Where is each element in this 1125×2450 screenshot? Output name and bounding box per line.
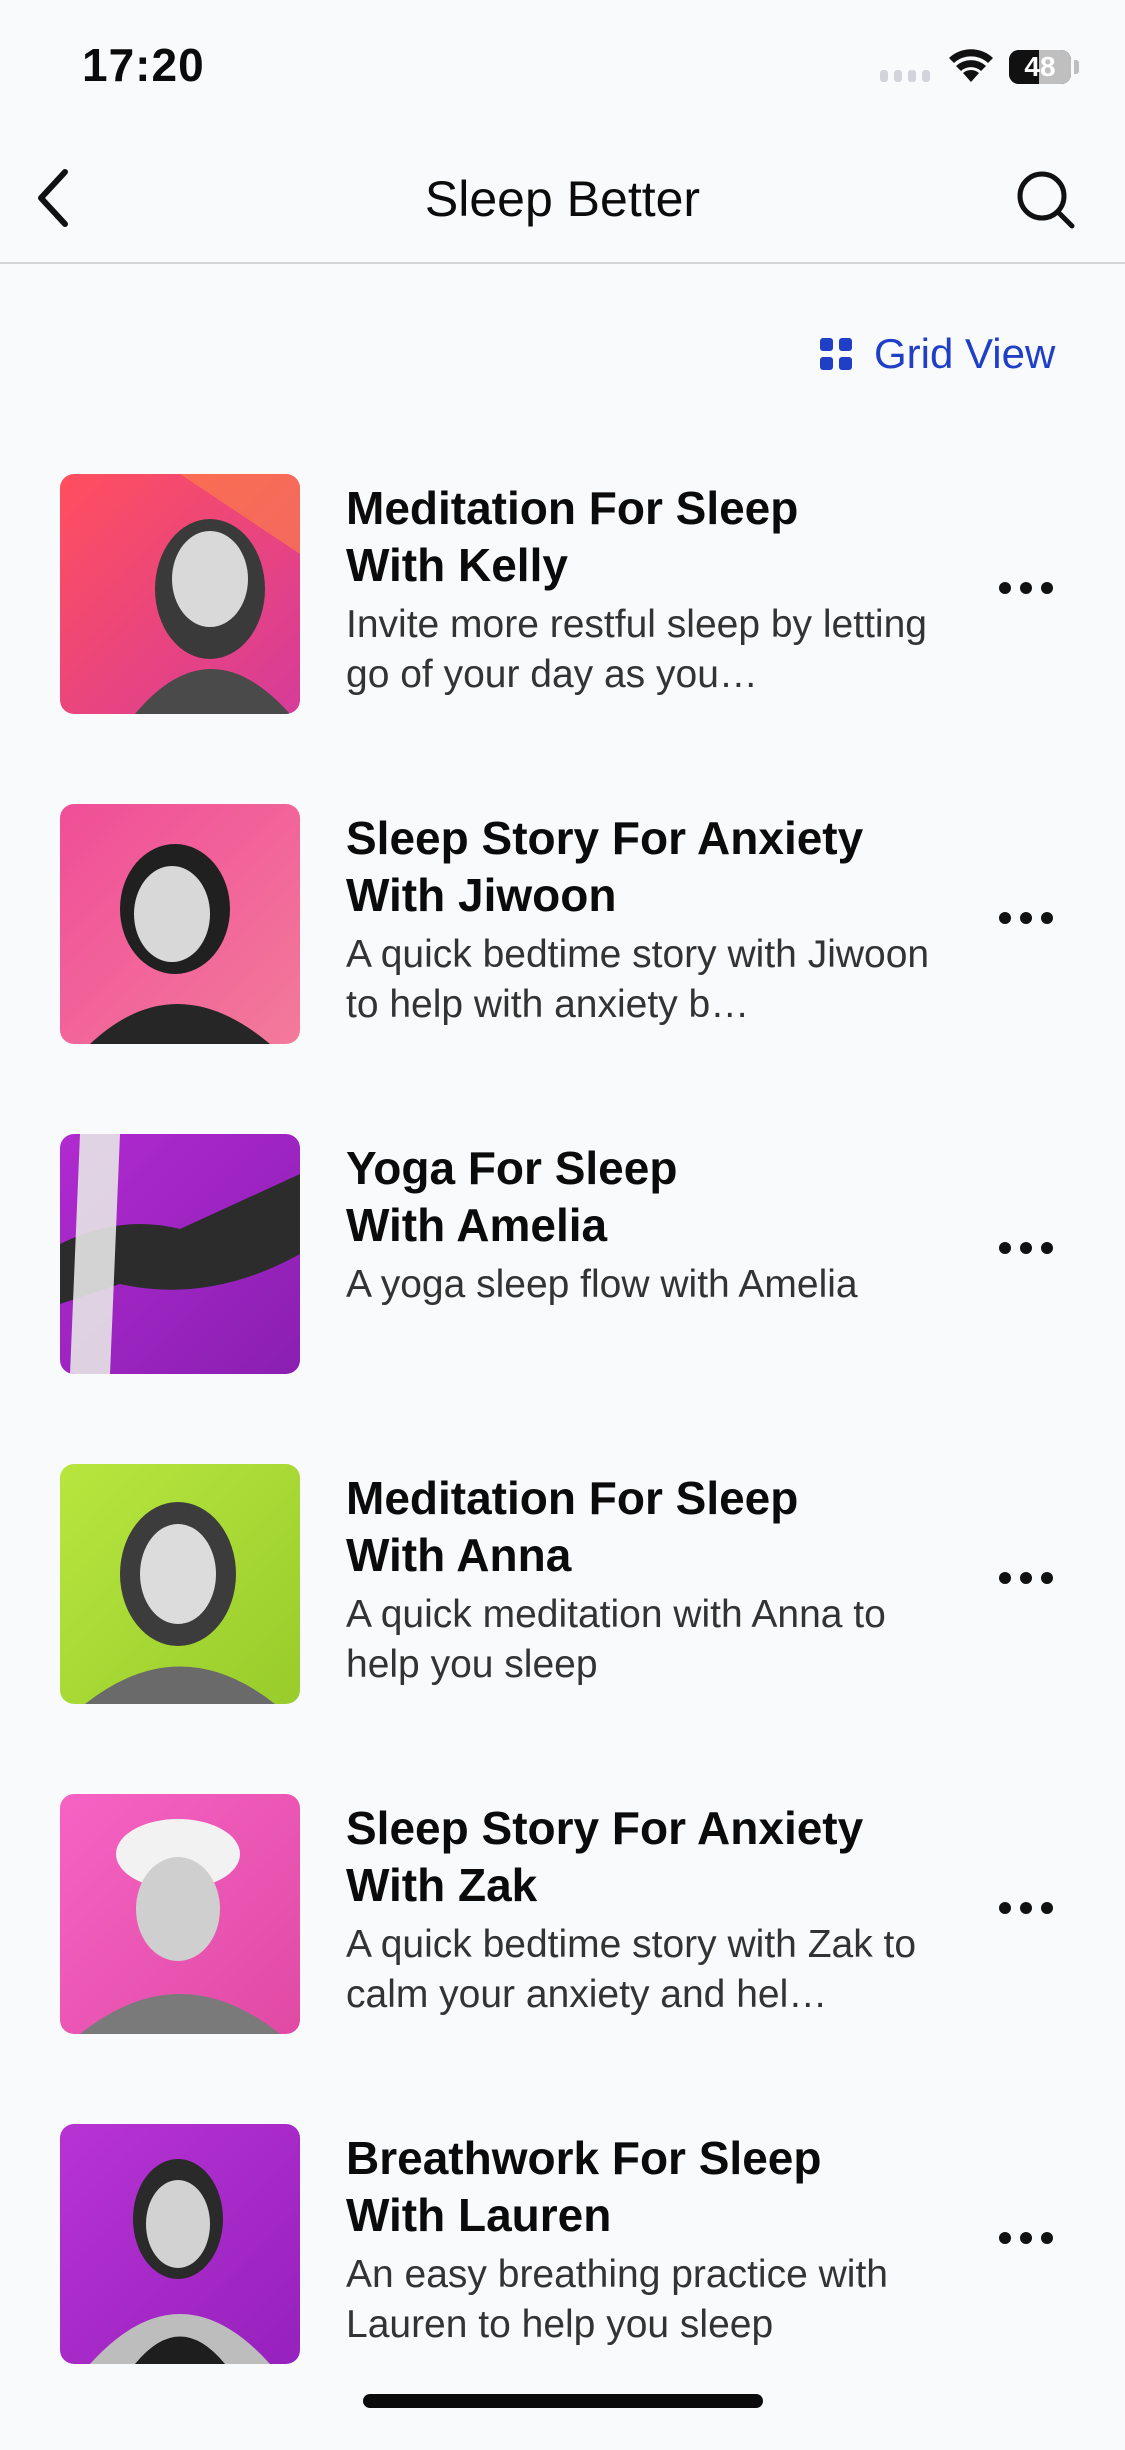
session-description: A quick bedtime story with Zak to calm y… <box>346 1923 917 2016</box>
session-title: Sleep Story For Anxiety With Jiwoon <box>346 812 864 921</box>
grid-view-button[interactable]: Grid View <box>820 322 1055 386</box>
cellular-signal-icon <box>880 70 930 82</box>
session-title: Meditation For Sleep With Kelly <box>346 482 799 591</box>
session-title: Breathwork For Sleep With Lauren <box>346 2132 822 2241</box>
session-text: Sleep Story For Anxiety With Zak A quick… <box>346 1800 956 2020</box>
session-description: An easy breathing practice with Lauren t… <box>346 2253 888 2346</box>
battery-level: 48 <box>1024 51 1056 82</box>
session-description: A quick bedtime story with Jiwoon to hel… <box>346 933 930 1026</box>
status-time: 17:20 <box>82 39 205 91</box>
wifi-icon <box>949 49 993 82</box>
nav-bar: Sleep Better <box>0 130 1125 264</box>
list-item[interactable]: Meditation For Sleep With Kelly Invite m… <box>0 470 1125 800</box>
list-item[interactable]: Meditation For Sleep With Anna A quick m… <box>0 1460 1125 1790</box>
battery-tip <box>1074 60 1079 74</box>
session-text: Yoga For Sleep With Amelia A yoga sleep … <box>346 1140 956 1310</box>
session-text: Sleep Story For Anxiety With Jiwoon A qu… <box>346 810 956 1030</box>
list-item[interactable]: Yoga For Sleep With Amelia A yoga sleep … <box>0 1130 1125 1460</box>
session-thumbnail <box>60 2124 300 2364</box>
search-button[interactable] <box>1006 160 1086 240</box>
more-options-button[interactable] <box>984 2208 1068 2268</box>
session-thumbnail <box>60 1134 300 1374</box>
session-description: Invite more restful sleep by letting go … <box>346 603 927 696</box>
grid-view-label: Grid View <box>874 330 1056 377</box>
session-title: Meditation For Sleep With Anna <box>346 1472 799 1581</box>
session-thumbnail <box>60 1464 300 1704</box>
grid-icon <box>820 338 852 370</box>
session-text: Meditation For Sleep With Anna A quick m… <box>346 1470 956 1690</box>
session-title: Sleep Story For Anxiety With Zak <box>346 1802 864 1911</box>
list-item[interactable]: Sleep Story For Anxiety With Zak A quick… <box>0 1790 1125 2120</box>
session-thumbnail <box>60 804 300 1044</box>
session-list: Meditation For Sleep With Kelly Invite m… <box>0 470 1125 2450</box>
status-bar: 17:20 48 <box>0 0 1125 130</box>
more-options-button[interactable] <box>984 1878 1068 1938</box>
session-thumbnail <box>60 474 300 714</box>
page-title: Sleep Better <box>424 171 701 227</box>
session-thumbnail <box>60 1794 300 2034</box>
session-description: A quick meditation with Anna to help you… <box>346 1593 886 1686</box>
list-item[interactable]: Sleep Story For Anxiety With Jiwoon A qu… <box>0 800 1125 1130</box>
more-options-button[interactable] <box>984 1548 1068 1608</box>
session-text: Meditation For Sleep With Kelly Invite m… <box>346 480 956 700</box>
session-description: A yoga sleep flow with Amelia <box>346 1263 858 1306</box>
more-options-button[interactable] <box>984 1218 1068 1278</box>
search-icon <box>1017 171 1075 229</box>
home-indicator <box>363 2394 763 2408</box>
more-options-button[interactable] <box>984 888 1068 948</box>
session-title: Yoga For Sleep With Amelia <box>346 1142 678 1251</box>
more-options-button[interactable] <box>984 558 1068 618</box>
session-text: Breathwork For Sleep With Lauren An easy… <box>346 2130 956 2350</box>
battery-icon: 48 <box>1009 50 1071 84</box>
